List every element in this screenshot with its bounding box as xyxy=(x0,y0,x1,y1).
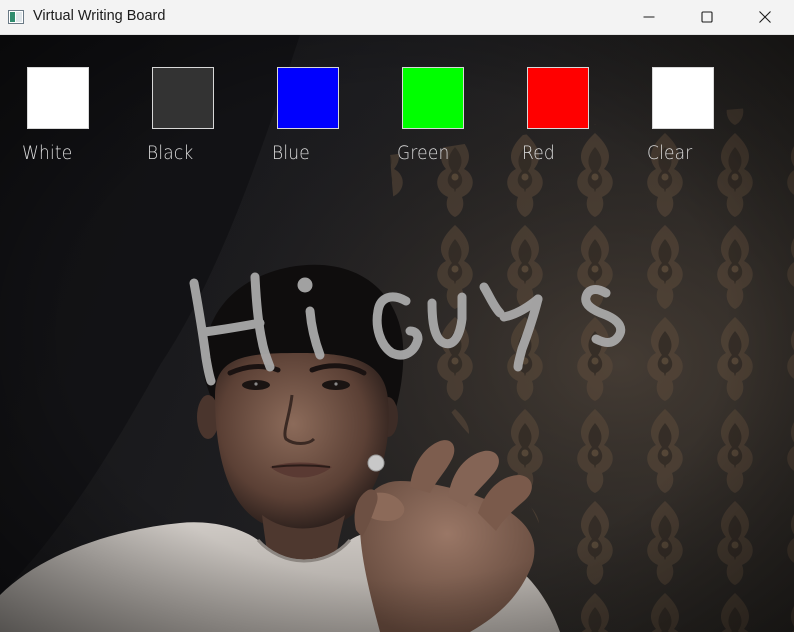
close-icon xyxy=(759,11,771,23)
camera-canvas[interactable]: White Black Blue Green Red Clear xyxy=(0,35,794,632)
swatch-red-label: Red xyxy=(522,143,555,164)
minimize-button[interactable] xyxy=(620,0,678,34)
close-button[interactable] xyxy=(736,0,794,34)
window-title: Virtual Writing Board xyxy=(33,8,166,24)
swatch-black-label: Black xyxy=(147,143,194,164)
minimize-icon xyxy=(643,16,655,18)
fingertip-pointer-icon xyxy=(367,454,385,472)
swatch-white-button[interactable] xyxy=(27,67,89,129)
swatch-blue-label: Blue xyxy=(272,143,310,164)
clear-label: Clear xyxy=(647,143,693,164)
swatch-white-label: White xyxy=(22,143,73,164)
swatch-black-button[interactable] xyxy=(152,67,214,129)
app-window: Virtual Writing Board White Black Blue G… xyxy=(0,0,794,632)
app-window-icon xyxy=(8,10,24,24)
title-bar[interactable]: Virtual Writing Board xyxy=(0,0,794,35)
swatch-red-button[interactable] xyxy=(527,67,589,129)
maximize-icon xyxy=(701,11,713,23)
swatch-blue-button[interactable] xyxy=(277,67,339,129)
swatch-green-label: Green xyxy=(397,143,450,164)
clear-button[interactable] xyxy=(652,67,714,129)
maximize-button[interactable] xyxy=(678,0,736,34)
swatch-green-button[interactable] xyxy=(402,67,464,129)
